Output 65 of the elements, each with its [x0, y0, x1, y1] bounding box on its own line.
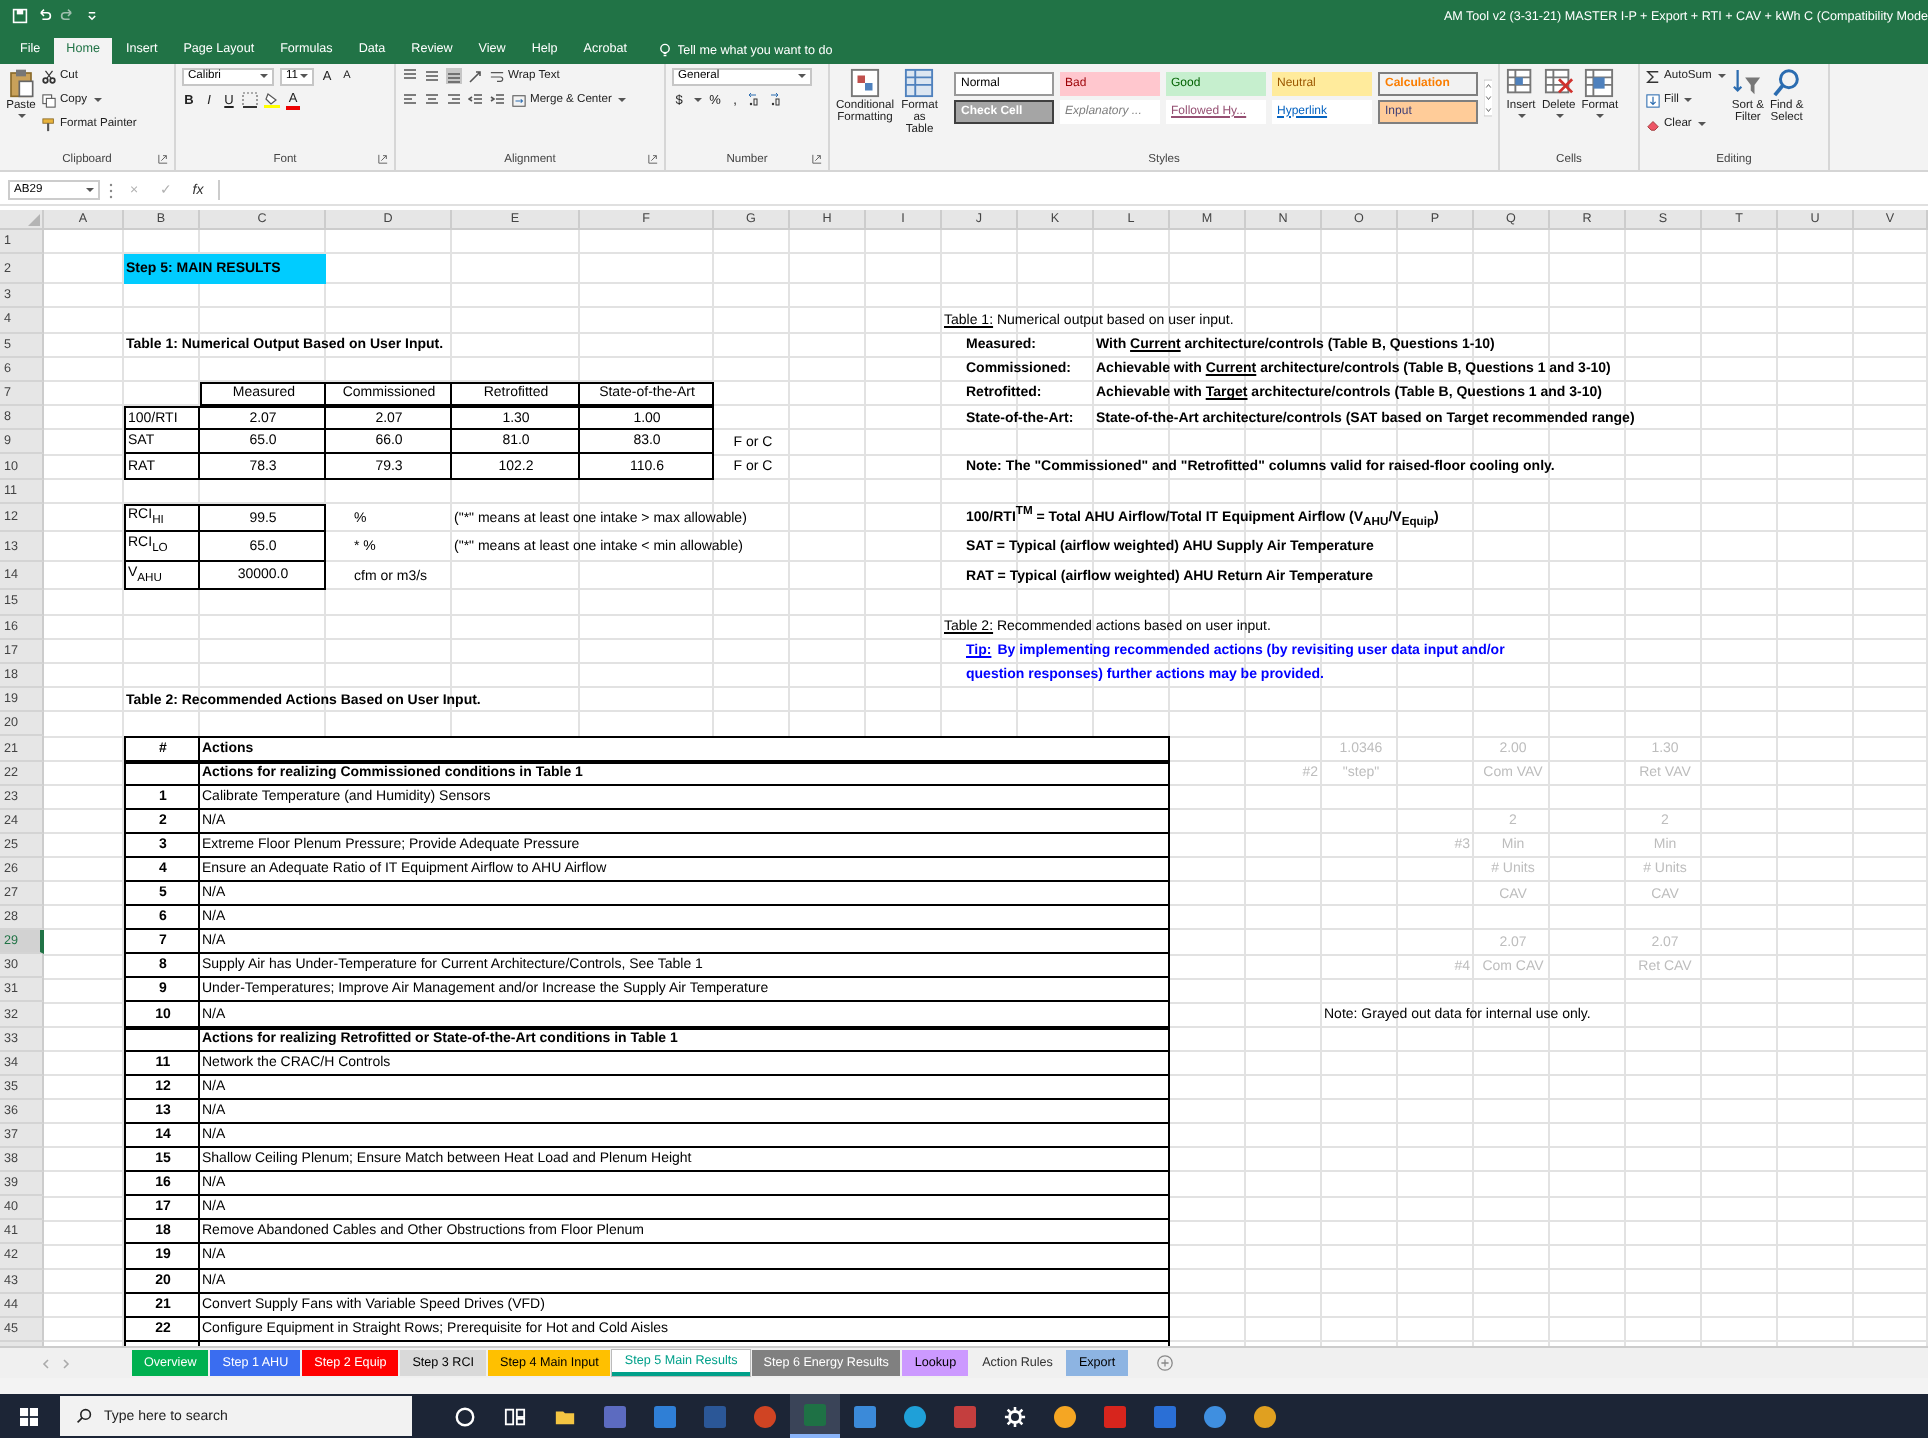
orientation-icon[interactable]	[468, 68, 484, 85]
add-sheet-icon[interactable]	[1155, 1354, 1174, 1373]
caret-icon	[18, 114, 26, 119]
app-icon[interactable]	[790, 1394, 840, 1438]
circle-icon[interactable]	[454, 1405, 476, 1428]
caret-icon	[694, 98, 702, 103]
windows-logo-icon[interactable]	[20, 1407, 38, 1426]
undo-icon[interactable]	[36, 8, 52, 25]
app-icon[interactable]	[654, 1405, 676, 1428]
redo-icon[interactable]	[60, 8, 76, 25]
caret-icon	[617, 98, 626, 103]
down-arrow-icon	[1646, 93, 1660, 108]
borders-icon[interactable]	[242, 92, 258, 109]
app-icon[interactable]	[854, 1405, 876, 1428]
eraser-icon	[1646, 117, 1660, 132]
dialog-launcher-icon[interactable]	[158, 154, 168, 165]
decrease-indent-icon[interactable]	[468, 92, 484, 109]
dialog-launcher-icon[interactable]	[648, 154, 658, 165]
align-middle-icon[interactable]	[424, 68, 440, 85]
search-icon	[1771, 67, 1802, 98]
search-icon	[76, 1408, 92, 1425]
copy-icon	[42, 93, 56, 108]
caret-icon	[1717, 74, 1726, 79]
caret-icon	[1684, 98, 1693, 103]
merge-icon	[512, 93, 526, 108]
caret-icon	[300, 74, 309, 79]
app-icon[interactable]	[1204, 1405, 1226, 1428]
fill-color-icon[interactable]	[264, 92, 280, 109]
caret-icon	[1555, 114, 1564, 119]
caret-icon	[798, 74, 806, 79]
app-icon[interactable]	[1154, 1405, 1176, 1428]
caret-icon	[1518, 114, 1526, 119]
app-icon[interactable]	[604, 1405, 626, 1428]
table-icon	[904, 67, 935, 98]
increase-decimal-icon[interactable]	[748, 92, 764, 109]
dialog-launcher-icon[interactable]	[378, 154, 388, 165]
customize-caret-icon[interactable]	[84, 8, 100, 25]
paintbrush-icon	[42, 117, 56, 132]
table-cell	[124, 1027, 200, 1052]
sum-icon	[1646, 69, 1660, 84]
app-icon[interactable]	[1254, 1405, 1276, 1428]
dialog-launcher-icon[interactable]	[812, 154, 822, 165]
caret-icon	[93, 98, 102, 103]
task-view-icon[interactable]	[504, 1405, 526, 1428]
wrap-text-icon	[490, 69, 504, 84]
caret-icon	[260, 74, 268, 79]
app-icon[interactable]	[1054, 1405, 1076, 1428]
caret-icon	[1596, 114, 1605, 119]
align-left-icon[interactable]	[402, 92, 418, 109]
caret-icon	[86, 188, 94, 193]
align-center-icon[interactable]	[424, 92, 440, 109]
save-icon[interactable]	[12, 8, 28, 25]
decrease-decimal-icon[interactable]	[770, 92, 786, 109]
lightbulb-icon	[657, 41, 671, 58]
sort-filter-icon	[1732, 67, 1763, 98]
caret-icon	[1697, 122, 1706, 127]
app-icon[interactable]	[904, 1405, 926, 1428]
gear-icon[interactable]	[1004, 1405, 1026, 1428]
app-icon[interactable]	[754, 1405, 776, 1428]
align-bottom-icon[interactable]	[446, 68, 462, 85]
table-cell	[124, 761, 200, 786]
scissors-icon	[42, 69, 56, 84]
align-right-icon[interactable]	[446, 92, 462, 109]
increase-indent-icon[interactable]	[490, 92, 506, 109]
align-top-icon[interactable]	[402, 68, 418, 85]
